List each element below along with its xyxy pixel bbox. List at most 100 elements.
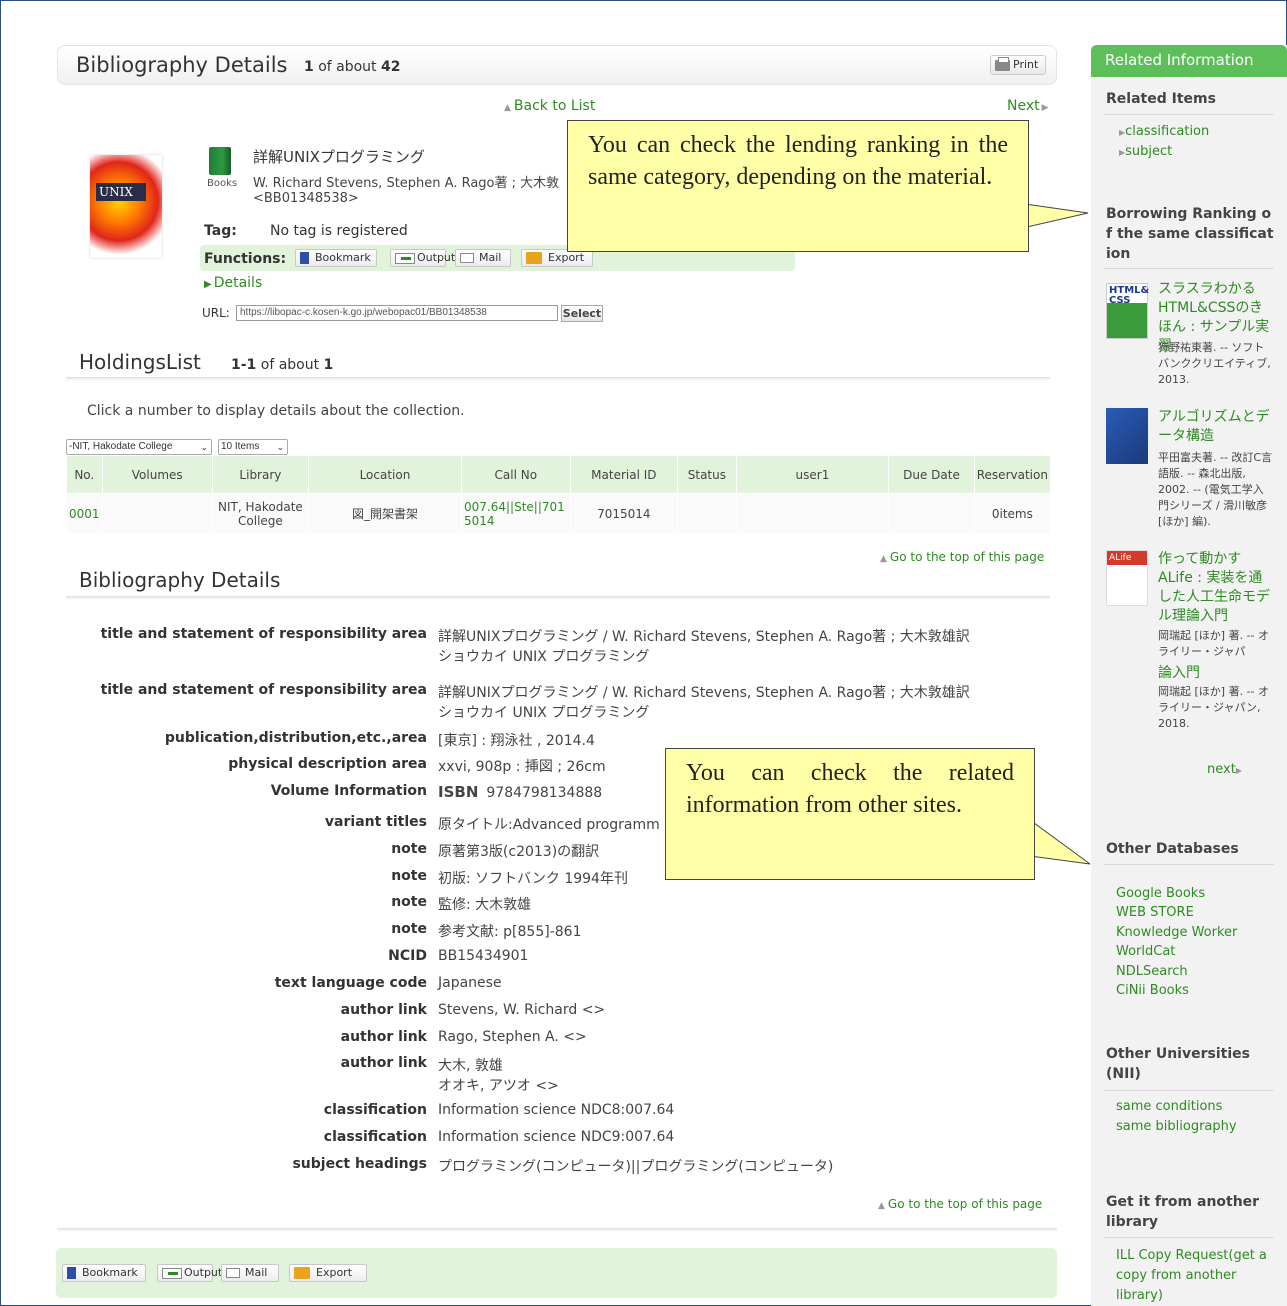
field-label: note [391, 894, 427, 910]
ndlsearch-link[interactable]: NDLSearch [1116, 964, 1188, 979]
classification-link[interactable]: Information science NDC8:007.64 [438, 1102, 674, 1118]
field-label: note [391, 841, 427, 857]
folder-icon [294, 1267, 310, 1279]
related-classification-link[interactable]: ▶classification [1119, 124, 1209, 139]
url-field[interactable]: https://libopac-c.kosen-k.go.jp/webopac0… [236, 305, 558, 321]
field-value: 監修: 大木敦雄 [438, 897, 532, 913]
page-title: Bibliography Details [76, 53, 288, 77]
holding-user1 [735, 493, 890, 534]
bookmark-button[interactable]: Bookmark [295, 249, 377, 267]
mail-icon [460, 253, 474, 263]
holding-call-no-link[interactable]: 007.64||Ste||7015014 [461, 493, 571, 534]
select-url-button[interactable]: Select [561, 305, 603, 322]
book-type-label: Books [207, 178, 238, 189]
details-link[interactable]: ▶ Details [204, 275, 262, 291]
triangle-right-icon: ▶ [1235, 766, 1242, 775]
ranking-heading: Borrowing Ranking of the same classifica… [1106, 206, 1274, 262]
same-conditions-link[interactable]: same conditions [1116, 1099, 1222, 1114]
related-subject-link[interactable]: ▶subject [1119, 144, 1172, 159]
ranking-book-link[interactable]: 作って動かすALife : 実装を通した人工生命モデル理論入門 [1158, 550, 1273, 626]
field-value: ショウカイ UNIX プログラミング [438, 649, 650, 665]
holding-library: NIT, Hakodate College [211, 493, 309, 534]
field-value: xxvi, 908p : 挿図 ; 26cm [438, 759, 606, 775]
go-to-top-link[interactable]: ▲ Go to the top of this page [880, 550, 1044, 564]
book-authors: W. Richard Stevens, Stephen A. Rago著 ; 大… [253, 176, 560, 191]
bookmark-icon [67, 1267, 76, 1279]
book-cover-image [1106, 408, 1148, 464]
mail-button[interactable]: Mail [455, 249, 511, 267]
bookmark-icon [300, 252, 309, 264]
knowledge-worker-link[interactable]: Knowledge Worker [1116, 925, 1237, 940]
field-label: subject headings [292, 1156, 427, 1172]
same-bibliography-link[interactable]: same bibliography [1116, 1119, 1237, 1134]
field-label: classification [323, 1129, 427, 1145]
output-icon [395, 252, 415, 264]
output-icon [162, 1267, 182, 1279]
ranking-book-meta: 岡瑞起 [ほか] 著. -- オライリー・ジャパ [1158, 629, 1270, 658]
web-store-link[interactable]: WEB STORE [1116, 905, 1194, 920]
field-value: Japanese [438, 975, 502, 991]
field-label: title and statement of responsibility ar… [100, 682, 427, 698]
ranking-book-meta: 平田富夫著. -- 改訂C言語版. -- 森北出版, 2002. -- (電気工… [1158, 451, 1273, 528]
field-label: author link [340, 1002, 427, 1018]
sidebar-title: Related Information [1091, 45, 1287, 77]
subject-heading-link[interactable]: プログラミング(コンピュータ)||プログラミング(コンピュータ) [438, 1156, 833, 1176]
back-to-list-link[interactable]: ▲ Back to List [504, 98, 595, 114]
book-cover-image: HTML& CSS [1106, 283, 1149, 339]
table-header-row: No. Volumes Library Location Call No Mat… [66, 455, 1052, 494]
triangle-right-icon: ▶ [204, 279, 212, 290]
holding-number-link[interactable]: 0001 [66, 493, 103, 534]
column-header: Location [307, 455, 463, 494]
next-link[interactable]: Next ▶ [1007, 98, 1049, 114]
holding-volumes [101, 493, 213, 534]
output-button[interactable]: Output [157, 1264, 222, 1282]
triangle-right-icon: ▶ [1041, 103, 1049, 113]
chevron-down-icon: ⌄ [200, 442, 208, 452]
field-value: 原タイトル:Advanced programm [438, 817, 660, 833]
column-header: user1 [735, 455, 890, 494]
other-databases-heading: Other Databases [1106, 841, 1239, 857]
tag-value: No tag is registered [270, 223, 408, 239]
holding-location: 図_開架書架 [307, 493, 463, 534]
column-header: Volumes [101, 455, 213, 494]
export-button[interactable]: Export [289, 1264, 367, 1282]
ranking-next-link[interactable]: next▶ [1207, 762, 1242, 777]
divider [66, 596, 1050, 600]
field-label: Volume Information [270, 783, 427, 799]
ranking-book-link[interactable]: 論入門 [1158, 664, 1273, 683]
classification-link[interactable]: Information science NDC9:007.64 [438, 1129, 674, 1145]
ill-copy-request-link[interactable]: ILL Copy Request(get a copy from another… [1116, 1246, 1271, 1306]
related-items-heading: Related Items [1106, 91, 1216, 107]
column-header: Reservation [973, 455, 1052, 494]
holdings-count: 1-1 of about 1 [231, 357, 334, 373]
mail-button[interactable]: Mail [221, 1264, 279, 1282]
google-books-link[interactable]: Google Books [1116, 886, 1205, 901]
column-header: No. [66, 455, 103, 494]
related-info-callout: You can check the related information fr… [665, 748, 1035, 880]
cinii-books-link[interactable]: CiNii Books [1116, 983, 1189, 998]
book-title: 詳解UNIXプログラミング [253, 148, 425, 166]
bibliography-title: Bibliography Details [79, 568, 281, 592]
ranking-book-link[interactable]: アルゴリズムとデータ構造 [1158, 408, 1273, 446]
holdings-table: No. Volumes Library Location Call No Mat… [66, 455, 1052, 534]
bookmark-button[interactable]: Bookmark [62, 1264, 146, 1282]
printer-icon [995, 57, 1010, 71]
items-per-page-select[interactable]: 10 Items ⌄ [218, 439, 288, 455]
go-to-top-link[interactable]: ▲ Go to the top of this page [878, 1197, 1042, 1211]
field-label: text language code [274, 975, 427, 991]
print-button[interactable]: Print [990, 55, 1046, 75]
worldcat-link[interactable]: WorldCat [1116, 944, 1175, 959]
chevron-down-icon: ⌄ [276, 442, 284, 452]
ranking-book-meta: 狩野祐東著. -- ソフトバンククリエイティブ, 2013. [1158, 341, 1271, 386]
tag-label: Tag: [204, 223, 237, 239]
divider [1104, 268, 1274, 269]
column-header: Library [211, 455, 309, 494]
output-button[interactable]: Output [390, 249, 455, 267]
divider [1104, 1237, 1274, 1238]
result-count: 1 of about 42 [304, 59, 401, 75]
holding-reservation: 0items [973, 493, 1052, 534]
holdings-title: HoldingsList [79, 350, 201, 374]
library-select[interactable]: -NIT, Hakodate College ⌄ [66, 439, 212, 455]
book-cover-image: UNIX [90, 155, 162, 258]
field-label: author link [340, 1055, 427, 1071]
